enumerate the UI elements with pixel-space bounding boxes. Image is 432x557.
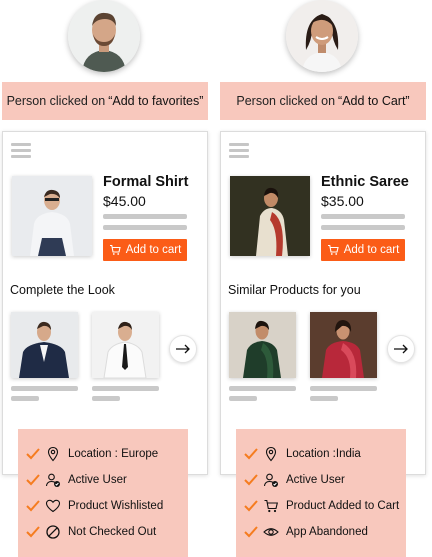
check-icon	[26, 500, 40, 512]
placeholder-line	[103, 225, 187, 230]
attribute-label: Product Added to Cart	[286, 500, 400, 512]
hamburger-menu-icon[interactable]	[229, 143, 249, 161]
male-person-avatar	[68, 0, 140, 72]
check-icon	[244, 448, 258, 460]
check-icon	[244, 474, 258, 486]
arrow-right-icon	[176, 344, 190, 354]
next-arrow-button[interactable]	[169, 335, 197, 363]
female-person-avatar	[286, 0, 358, 72]
cart-icon	[109, 244, 121, 255]
user-attributes-box: Location :India Active User Product Adde…	[236, 429, 406, 557]
product-screen: Ethnic Saree $35.00 Add to cart Similar …	[220, 131, 426, 475]
arrow-right-icon	[394, 344, 408, 354]
banner-action: “Add to Cart”	[338, 94, 410, 108]
attribute-row: Product Wishlisted	[18, 493, 188, 519]
placeholder-line	[229, 396, 257, 401]
location-pin-icon	[47, 446, 59, 462]
banner-prefix: Person clicked on	[236, 94, 336, 108]
placeholder-line	[92, 396, 120, 401]
attribute-row: Not Checked Out	[18, 519, 188, 545]
attribute-row: Active User	[236, 467, 406, 493]
placeholder-line	[11, 396, 39, 401]
eye-icon	[263, 528, 279, 536]
product-screen: Formal Shirt $45.00 Add to cart Complete…	[2, 131, 208, 475]
click-event-banner: Person clicked on “Add to Cart”	[220, 82, 426, 120]
product-thumbnail[interactable]	[11, 312, 78, 378]
check-icon	[26, 474, 40, 486]
no-entry-icon	[46, 525, 60, 539]
placeholder-line	[321, 214, 405, 219]
placeholder-line	[310, 386, 377, 391]
check-icon	[244, 526, 258, 538]
attribute-label: Not Checked Out	[68, 526, 157, 538]
attribute-row: Active User	[18, 467, 188, 493]
add-to-cart-label: Add to cart	[125, 244, 182, 256]
scenario-right: Person clicked on “Add to Cart” Ethnic S…	[218, 0, 432, 557]
check-icon	[26, 526, 40, 538]
banner-action: “Add to favorites”	[108, 94, 204, 108]
attribute-label: Location : Europe	[68, 448, 159, 460]
cart-icon	[327, 244, 339, 255]
product-price: $35.00	[321, 193, 364, 209]
add-to-cart-label: Add to cart	[343, 244, 400, 256]
click-event-banner: Person clicked on “Add to favorites”	[2, 82, 208, 120]
product-price: $45.00	[103, 193, 146, 209]
add-to-cart-button[interactable]: Add to cart	[321, 239, 405, 261]
user-attributes-box: Location : Europe Active User Product Wi…	[18, 429, 188, 557]
attribute-label: Active User	[68, 474, 127, 486]
product-image	[12, 176, 92, 256]
attribute-label: Location :India	[286, 448, 361, 460]
product-thumbnail[interactable]	[310, 312, 377, 378]
next-arrow-button[interactable]	[387, 335, 415, 363]
placeholder-line	[92, 386, 159, 391]
placeholder-line	[321, 225, 405, 230]
add-to-cart-button[interactable]: Add to cart	[103, 239, 187, 261]
placeholder-line	[229, 386, 296, 391]
check-icon	[26, 448, 40, 460]
product-thumbnail[interactable]	[92, 312, 159, 378]
user-check-icon	[263, 473, 278, 487]
hamburger-menu-icon[interactable]	[11, 143, 31, 161]
user-check-icon	[45, 473, 60, 487]
attribute-label: Product Wishlisted	[68, 500, 164, 512]
product-name: Ethnic Saree	[321, 174, 409, 190]
cart-icon	[264, 499, 278, 513]
attribute-row: App Abandoned	[236, 519, 406, 545]
attribute-row: Location :India	[236, 441, 406, 467]
product-name: Formal Shirt	[103, 174, 189, 190]
banner-prefix: Person clicked on	[6, 94, 106, 108]
heart-icon	[45, 499, 61, 513]
scenario-left: Person clicked on “Add to favorites” For…	[0, 0, 214, 557]
product-thumbnail[interactable]	[229, 312, 296, 378]
attribute-row: Location : Europe	[18, 441, 188, 467]
section-title: Similar Products for you	[228, 283, 361, 297]
attribute-row: Product Added to Cart	[236, 493, 406, 519]
placeholder-line	[310, 396, 338, 401]
placeholder-line	[11, 386, 78, 391]
attribute-label: Active User	[286, 474, 345, 486]
location-pin-icon	[265, 446, 277, 462]
check-icon	[244, 500, 258, 512]
attribute-label: App Abandoned	[286, 526, 368, 538]
section-title: Complete the Look	[10, 283, 115, 297]
placeholder-line	[103, 214, 187, 219]
product-image	[230, 176, 310, 256]
